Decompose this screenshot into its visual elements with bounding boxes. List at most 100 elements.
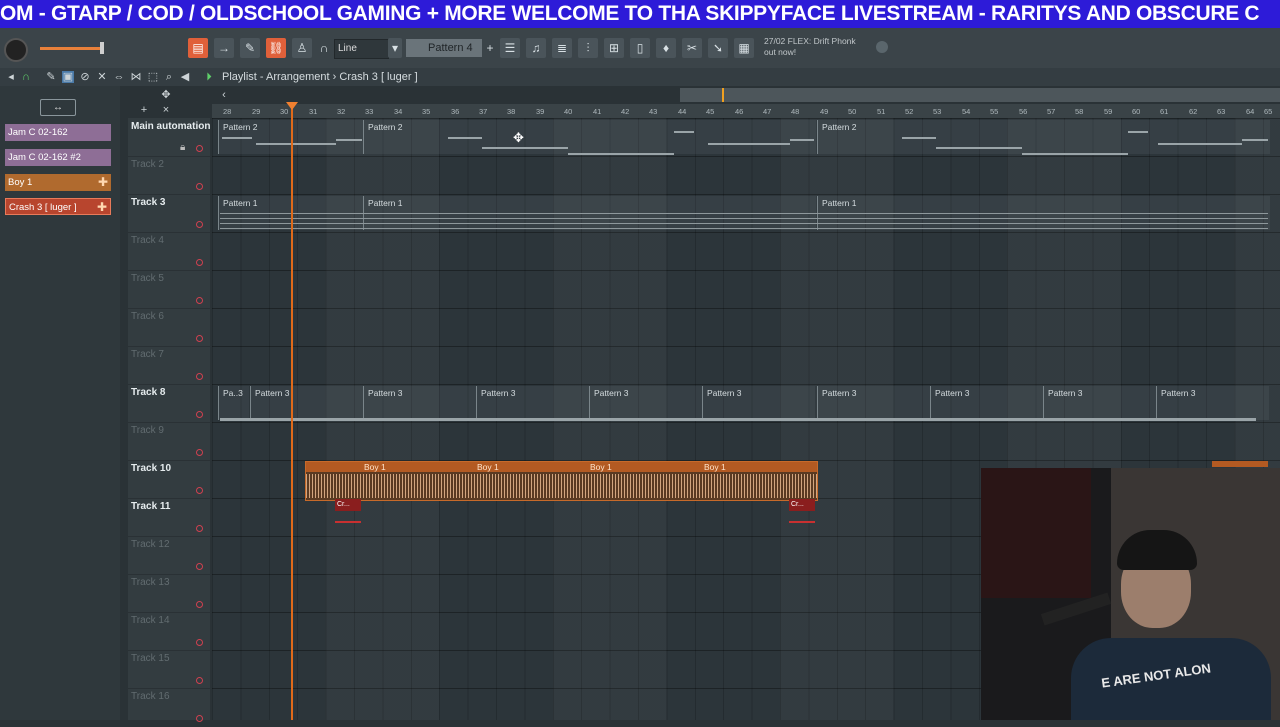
mute-tool-icon[interactable]: ✕ [96,71,108,83]
crash-clip[interactable]: Cr... [789,499,815,511]
arrow-icon[interactable]: → [214,38,234,58]
magnet-icon[interactable]: ∩ [314,38,334,58]
playback-icon[interactable]: ◀ [179,71,191,83]
tempo-tap-icon[interactable]: ✂ [682,38,702,58]
piano-roll-icon[interactable]: ♫ [526,38,546,58]
record-arm-icon[interactable] [196,601,203,608]
record-arm-icon[interactable] [196,335,203,342]
pattern-clip[interactable]: Pattern 3 [476,386,589,420]
play-arrangement-icon[interactable]: ⏵ [203,71,215,83]
clip-boy-1[interactable]: Boy 1 ✚ [5,174,111,191]
playlist-icon[interactable]: ☰ [500,38,520,58]
master-volume-handle[interactable] [100,42,104,54]
pattern-clip[interactable]: Pattern 3 [702,386,815,420]
track-header[interactable]: Track 10 [128,460,210,499]
pattern-clip[interactable]: Pattern 2 [817,120,1270,154]
magnet-snap-icon[interactable]: ∩ [20,71,32,83]
slice-tool-icon[interactable]: ⋈ [130,71,142,83]
record-arm-icon[interactable] [196,715,203,722]
move-icon[interactable]: ✥ [160,89,172,101]
news-panel[interactable]: 27/02 FLEX: Drift Phonk out now! [764,36,874,58]
track-header[interactable]: Track 15 [128,650,210,689]
select-box-icon[interactable]: ⬚ [147,71,159,83]
track-header[interactable]: Track 3 [128,194,210,233]
record-arm-icon[interactable] [196,183,203,190]
draw-icon[interactable]: ✎ [45,71,57,83]
record-arm-icon[interactable] [196,259,203,266]
pattern-clip[interactable]: Pattern 3 [930,386,1043,420]
track-header[interactable]: Track 5 [128,270,210,309]
track-header[interactable]: Track 8 [128,384,210,423]
master-pitch-knob[interactable] [4,38,28,62]
pattern-clip[interactable]: Pa..3 [218,386,249,420]
record-arm-icon[interactable] [196,563,203,570]
delete-tool-icon[interactable]: ⊘ [79,71,91,83]
globe-icon[interactable] [876,41,888,53]
scroll-left-icon[interactable]: ‹ [218,89,230,101]
record-arm-icon[interactable] [196,449,203,456]
pattern-clip[interactable]: Pattern 2 [363,120,816,154]
track-header[interactable]: Track 16 [128,688,210,727]
track-header[interactable]: Track 9 [128,422,210,461]
pattern-clip[interactable]: Pattern 3 [250,386,363,420]
record-arm-icon[interactable] [196,639,203,646]
record-arm-icon[interactable] [196,145,203,152]
record-arm-icon[interactable] [196,373,203,380]
record-arm-icon[interactable] [196,525,203,532]
record-arm-icon[interactable] [196,411,203,418]
master-volume-slider[interactable] [40,47,102,50]
pattern-clip[interactable]: Pattern 3 [1156,386,1269,420]
horizontal-scrollbar[interactable] [680,88,1280,102]
record-arm-icon[interactable] [196,487,203,494]
brush-icon[interactable]: ✎ [240,38,260,58]
plugin-picker-icon[interactable]: ♦ [656,38,676,58]
clip-list-toggle[interactable]: ↔ [40,99,76,116]
plugin-icon[interactable]: ▯ [630,38,650,58]
pattern-menu-icon[interactable]: ▾ [388,38,402,58]
record-arm-icon[interactable] [196,677,203,684]
browser-icon[interactable]: ⊞ [604,38,624,58]
zoom-icon[interactable]: ⌕ [163,71,175,83]
clip-crash-3[interactable]: Crash 3 [ luger ] ✚ [5,198,111,215]
playhead-marker-icon[interactable] [286,102,298,110]
track-header[interactable]: Track 14 [128,612,210,651]
track-header[interactable]: Track 11 [128,498,210,537]
pattern-selector[interactable]: Pattern 4 [406,39,482,57]
audio-clip-boy-1[interactable]: Boy 1 Boy 1 Boy 1 Boy 1 [305,461,818,501]
add-clip-icon[interactable]: ✚ [97,199,107,216]
track-header[interactable]: Track 2 [128,156,210,195]
link-icon[interactable]: ⛓ [266,38,286,58]
audio-clip-edge[interactable] [1212,461,1268,467]
clip-jam-c-2[interactable]: Jam C 02-162 #2 [5,149,111,166]
pattern-clip[interactable]: Pattern 3 [817,386,930,420]
snap-selector[interactable]: Line [334,39,389,59]
timeline-ruler[interactable]: 28 29 30 31 32 33 34 35 36 37 38 39 40 4… [212,104,1280,118]
touch-keyboard-icon[interactable]: ▦ [734,38,754,58]
lock-icon[interactable]: 🔒︎ [180,142,185,153]
track-header[interactable]: Main automation 🔒︎ [128,118,210,157]
remove-icon[interactable]: × [160,104,172,116]
menu-arrow-icon[interactable]: ◂ [5,71,17,83]
playhead[interactable] [291,104,293,720]
track-header[interactable]: Track 12 [128,536,210,575]
add-pattern-icon[interactable]: + [484,38,496,58]
record-arm-icon[interactable] [196,221,203,228]
track-header[interactable]: Track 6 [128,308,210,347]
select-tool-icon[interactable]: ▣ [62,71,74,83]
add-track-icon[interactable]: + [138,104,150,116]
metronome-icon[interactable]: ♙ [292,38,312,58]
record-arm-icon[interactable] [196,297,203,304]
track-header[interactable]: Track 13 [128,574,210,613]
clip-jam-c[interactable]: Jam C 02-162 [5,124,111,141]
mixer-icon[interactable]: ⫶ [578,38,598,58]
pattern-clip[interactable]: Pattern 3 [363,386,476,420]
crash-clip[interactable]: Cr... [335,499,361,511]
track-header[interactable]: Track 4 [128,232,210,271]
track-header[interactable]: Track 7 [128,346,210,385]
slip-tool-icon[interactable]: ⇔ [113,71,125,83]
render-icon[interactable]: ➘ [708,38,728,58]
channel-rack-icon[interactable]: ≣ [552,38,572,58]
pattern-clip[interactable]: Pattern 3 [589,386,702,420]
playlist-window-icon[interactable]: ▤ [188,38,208,58]
pattern-clip[interactable]: Pattern 3 [1043,386,1156,420]
